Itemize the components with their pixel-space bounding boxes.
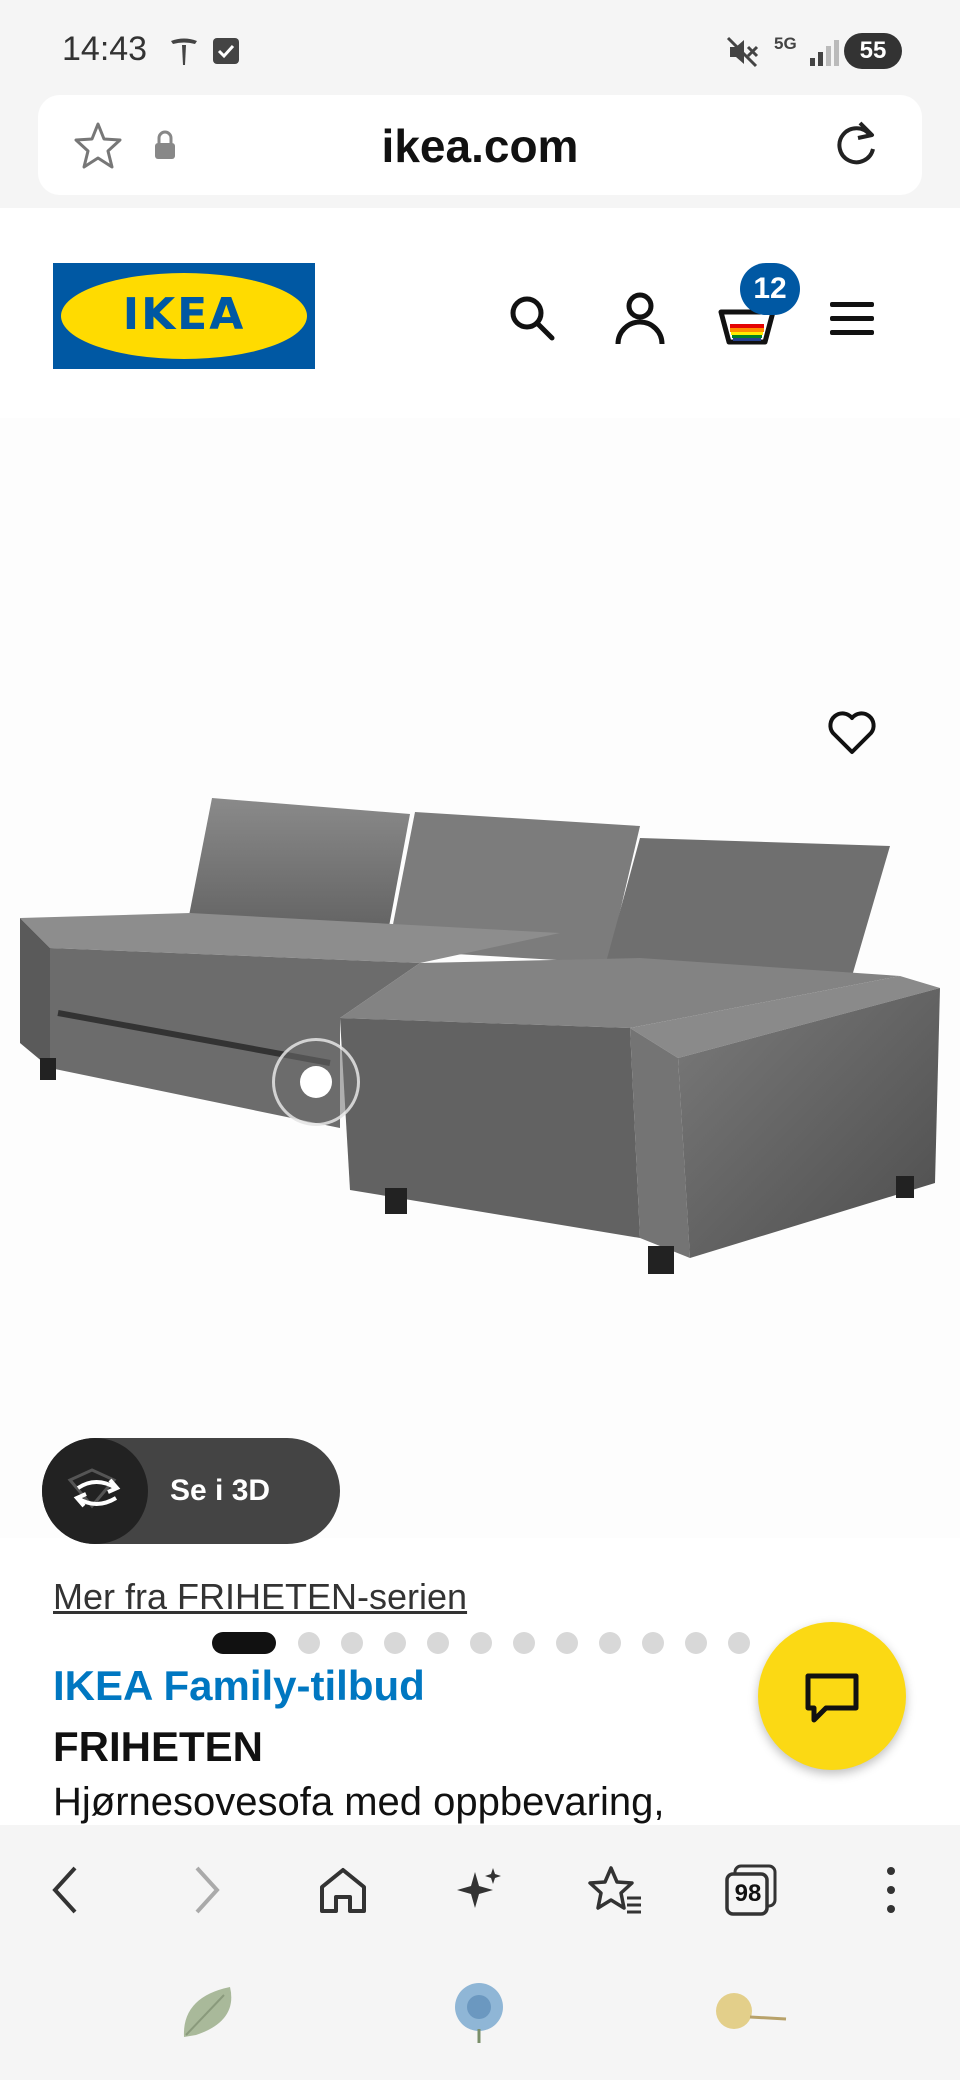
bookmarks-button[interactable] <box>580 1855 650 1925</box>
mute-icon <box>726 36 759 68</box>
tabs-count: 98 <box>734 1880 762 1907</box>
status-bar: 14:43 5G 55 <box>0 0 960 95</box>
chat-button[interactable] <box>758 1622 906 1770</box>
gallery-dot[interactable] <box>384 1632 406 1654</box>
forward-button[interactable] <box>172 1855 242 1925</box>
series-link[interactable]: Mer fra FRIHETEN-serien <box>53 1576 467 1618</box>
check-box-icon <box>213 38 239 64</box>
url-text[interactable]: ikea.com <box>38 119 922 173</box>
reload-icon[interactable] <box>830 119 882 171</box>
user-icon[interactable] <box>612 290 668 346</box>
url-bar[interactable]: ikea.com <box>38 95 922 195</box>
cart-count-badge[interactable]: 12 <box>740 263 800 315</box>
sparkle-icon <box>457 1868 501 1908</box>
gallery-dot[interactable] <box>470 1632 492 1654</box>
sofa-image <box>20 798 940 1274</box>
rotate-3d-icon <box>67 1468 121 1509</box>
browser-toolbar: 98 <box>0 1825 960 1955</box>
more-vertical-icon <box>887 1867 895 1913</box>
leaf-icon <box>183 1987 232 2037</box>
network-label: 5G <box>774 34 797 53</box>
gallery-dot[interactable] <box>642 1632 664 1654</box>
ikea-logo[interactable]: IKEA <box>53 263 315 369</box>
bookmarks-star-icon <box>588 1866 641 1914</box>
ai-assist-button[interactable] <box>444 1855 514 1925</box>
page-content: IKEA 12 Se i 3D Mer fra FRIHETEN-serien … <box>0 208 960 1825</box>
signal-icon <box>810 40 839 66</box>
favorite-heart-icon[interactable] <box>826 708 878 756</box>
tabs-button[interactable]: 98 <box>716 1855 786 1925</box>
back-arrow-icon <box>52 1866 77 1914</box>
gallery-dot[interactable] <box>685 1632 707 1654</box>
view-3d-label: Se i 3D <box>170 1474 271 1507</box>
product-name: FRIHETEN <box>53 1723 263 1770</box>
yellow-flower-icon <box>716 1993 787 2029</box>
product-gallery[interactable]: Se i 3D <box>0 418 960 1654</box>
gallery-dot[interactable] <box>728 1632 750 1654</box>
product-hotspot[interactable] <box>272 1038 360 1126</box>
chat-icon <box>805 1673 859 1723</box>
view-3d-icon-circle <box>42 1438 148 1544</box>
menu-icon[interactable] <box>828 296 876 340</box>
tesla-icon <box>171 38 197 65</box>
battery-indicator: 55 <box>844 33 902 69</box>
gallery-dot[interactable] <box>341 1632 363 1654</box>
gallery-dot[interactable] <box>298 1632 320 1654</box>
blue-flower-icon <box>455 1983 503 2043</box>
home-button[interactable] <box>308 1855 378 1925</box>
view-3d-button[interactable]: Se i 3D <box>42 1438 340 1544</box>
product-description: Hjørnesovesofa med oppbevaring, <box>53 1780 665 1824</box>
status-time: 14:43 <box>62 30 148 68</box>
forward-arrow-icon <box>195 1866 220 1914</box>
gallery-dot[interactable] <box>556 1632 578 1654</box>
more-options-button[interactable] <box>856 1855 926 1925</box>
wallpaper-decor <box>0 1955 960 2080</box>
search-icon[interactable] <box>508 294 556 342</box>
logo-text: IKEA <box>122 289 246 340</box>
back-button[interactable] <box>30 1855 100 1925</box>
gallery-dot[interactable] <box>513 1632 535 1654</box>
gallery-dot[interactable] <box>427 1632 449 1654</box>
gallery-dot[interactable] <box>599 1632 621 1654</box>
family-offer-label: IKEA Family-tilbud <box>53 1662 425 1709</box>
home-icon <box>320 1868 366 1913</box>
gallery-dot-active[interactable] <box>212 1632 276 1654</box>
